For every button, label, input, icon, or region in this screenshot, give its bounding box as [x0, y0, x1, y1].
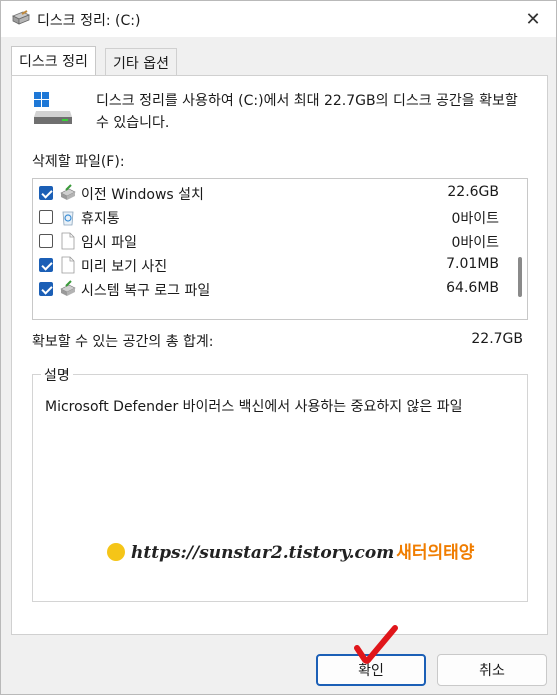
file-icon — [61, 232, 75, 250]
files-list[interactable]: 이전 Windows 설치 22.6GB 휴지통 0바이트 임시 파일 0바이트… — [32, 178, 528, 320]
file-name: 이전 Windows 설치 — [81, 187, 204, 203]
file-size: 0바이트 — [451, 235, 499, 251]
tab-panel: 디스크 정리를 사용하여 (C:)에서 최대 22.7GB의 디스크 공간을 확… — [11, 75, 548, 635]
cleanup-description: 디스크 정리를 사용하여 (C:)에서 최대 22.7GB의 디스크 공간을 확… — [96, 93, 518, 131]
recycle-bin-icon — [62, 211, 74, 226]
description-group-title: 설명 — [41, 365, 73, 385]
checkbox[interactable] — [39, 234, 53, 248]
emoji-icon — [107, 543, 125, 561]
description-group: 설명 Microsoft Defender 바이러스 백신에서 사용하는 중요하… — [32, 365, 528, 602]
window-title: 디스크 정리: (C:) — [37, 13, 141, 29]
close-button[interactable]: ✕ — [510, 1, 556, 37]
scrollbar-thumb[interactable] — [518, 257, 522, 297]
total-space-value: 22.7GB — [471, 331, 523, 347]
file-name: 시스템 복구 로그 파일 — [81, 283, 211, 299]
list-item[interactable]: 휴지통 0바이트 — [33, 205, 511, 229]
file-name: 휴지통 — [81, 211, 120, 227]
cleanup-icon — [60, 280, 76, 296]
watermark-name: 새터의태양 — [396, 543, 475, 563]
file-name: 임시 파일 — [81, 235, 137, 251]
file-size: 7.01MB — [446, 256, 499, 272]
checkbox[interactable] — [39, 210, 53, 224]
drive-icon — [34, 92, 72, 124]
checkbox[interactable] — [39, 258, 53, 272]
cleanup-icon — [60, 184, 76, 200]
disk-cleanup-dialog: 디스크 정리: (C:) ✕ 디스크 정리 기타 옵션 디스크 정리를 사용하여… — [0, 0, 557, 695]
watermark-url: https://sunstar2.tistory.com — [131, 543, 395, 563]
scrollbar[interactable] — [511, 179, 527, 319]
file-name: 미리 보기 사진 — [81, 259, 168, 275]
list-item[interactable]: 시스템 복구 로그 파일 64.6MB — [33, 277, 511, 301]
disk-cleanup-icon — [12, 10, 30, 25]
tab-more-options[interactable]: 기타 옵션 — [105, 48, 177, 75]
red-checkmark-annotation-icon — [354, 625, 398, 664]
title-bar: 디스크 정리: (C:) ✕ — [1, 1, 556, 37]
file-icon — [61, 256, 75, 274]
file-size: 0바이트 — [451, 211, 499, 227]
file-size: 22.6GB — [447, 184, 499, 200]
description-text: Microsoft Defender 바이러스 백신에서 사용하는 중요하지 않… — [45, 399, 463, 415]
file-size: 64.6MB — [446, 280, 499, 296]
tab-disk-cleanup[interactable]: 디스크 정리 — [11, 46, 96, 75]
checkbox[interactable] — [39, 186, 53, 200]
cancel-button[interactable]: 취소 — [437, 654, 547, 686]
close-icon[interactable]: ✕ — [525, 9, 540, 30]
list-item[interactable]: 이전 Windows 설치 22.6GB — [33, 181, 511, 205]
files-to-delete-label: 삭제할 파일(F): — [32, 154, 125, 170]
watermark: https://sunstar2.tistory.com 새터의태양 — [107, 538, 474, 563]
checkbox[interactable] — [39, 282, 53, 296]
list-item[interactable]: 임시 파일 0바이트 — [33, 229, 511, 253]
total-space-label: 확보할 수 있는 공간의 총 합계: — [32, 334, 214, 350]
list-item[interactable]: 미리 보기 사진 7.01MB — [33, 253, 511, 277]
